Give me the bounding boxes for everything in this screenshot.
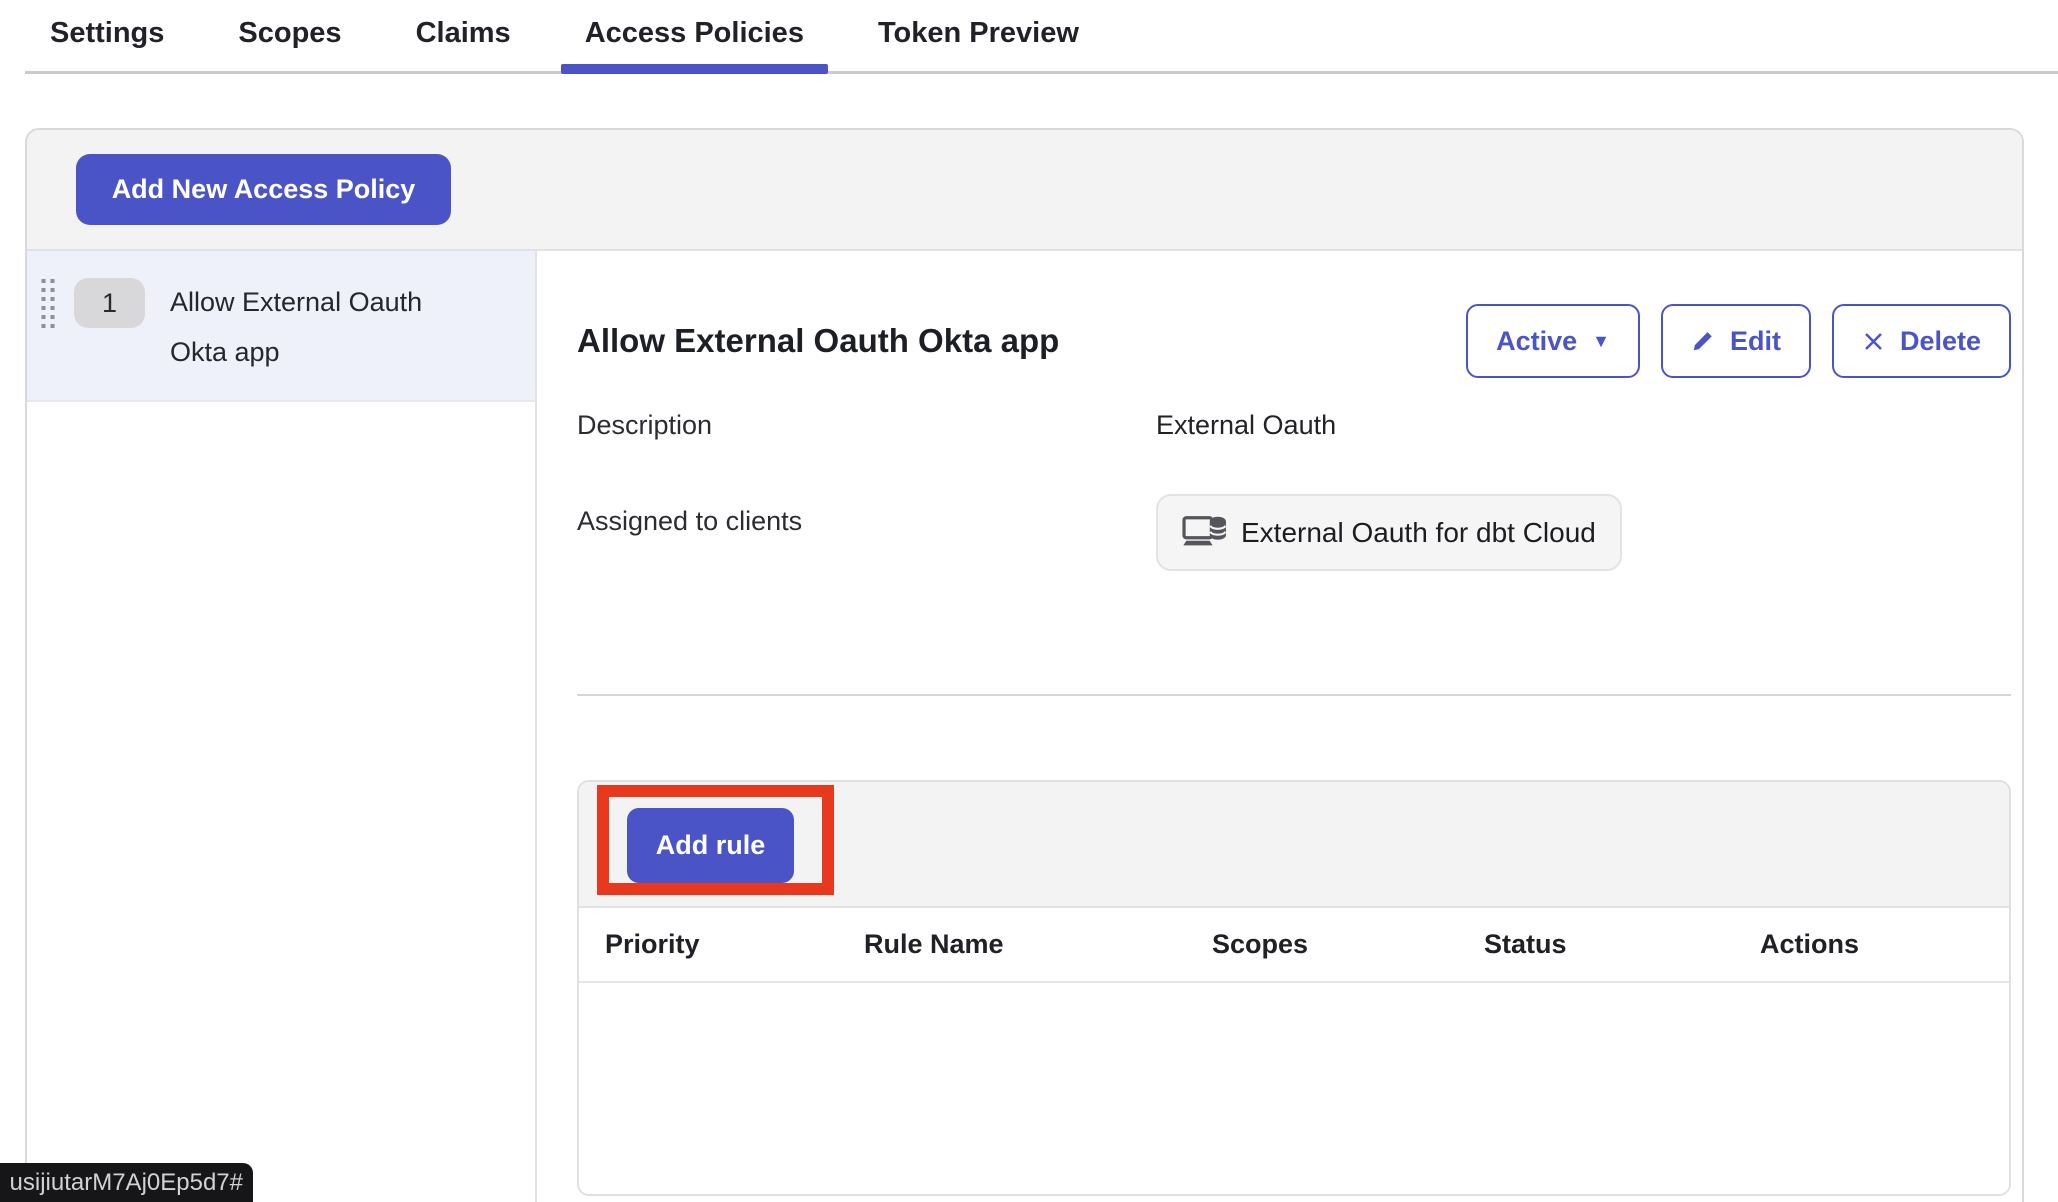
column-header-status: Status <box>1458 929 1734 960</box>
tab-label: Access Policies <box>585 17 804 49</box>
tab-bar-divider <box>25 71 2058 74</box>
rules-card: Add rule Priority Rule Name Scopes Statu… <box>577 780 2011 1196</box>
authorization-server-page: Settings Scopes Claims Access Policies T… <box>0 0 2058 1202</box>
client-chip[interactable]: External Oauth for dbt Cloud <box>1156 494 1622 571</box>
tab-settings[interactable]: Settings <box>26 0 188 67</box>
description-label: Description <box>577 410 1156 441</box>
tab-access-policies[interactable]: Access Policies <box>561 0 828 67</box>
policy-detail: Allow External Oauth Okta app Active ▼ <box>537 251 2022 1202</box>
policy-list-item[interactable]: 1 Allow External Oauth Okta app <box>27 251 535 402</box>
tab-label: Token Preview <box>878 17 1079 49</box>
tabs: Settings Scopes Claims Access Policies T… <box>26 0 1129 67</box>
rules-table-body <box>579 983 2009 1194</box>
policy-action-buttons: Active ▼ Edit <box>1466 304 2011 378</box>
assigned-clients-value: External Oauth for dbt Cloud <box>1156 494 2011 571</box>
rules-table-header: Priority Rule Name Scopes Status Actions <box>579 908 2009 983</box>
column-header-priority: Priority <box>579 929 838 960</box>
status-dropdown-button[interactable]: Active ▼ <box>1466 304 1640 378</box>
active-tab-underline <box>561 64 828 74</box>
delete-button-label: Delete <box>1900 326 1981 357</box>
close-icon <box>1862 330 1885 353</box>
link-status-text: usijiutarM7Aj0Ep5d7# <box>10 1169 243 1197</box>
client-app-icon <box>1182 513 1228 553</box>
column-header-scopes: Scopes <box>1186 929 1458 960</box>
drag-handle-icon[interactable] <box>40 279 56 328</box>
tab-label: Scopes <box>238 17 341 49</box>
panel-body: 1 Allow External Oauth Okta app Allow Ex… <box>27 251 2022 1202</box>
chevron-down-icon: ▼ <box>1592 332 1610 350</box>
add-new-access-policy-button[interactable]: Add New Access Policy <box>76 154 451 225</box>
column-header-rule-name: Rule Name <box>838 929 1186 960</box>
status-dropdown-label: Active <box>1496 326 1577 357</box>
access-policies-panel: Add New Access Policy <box>25 128 2024 1202</box>
policy-list: 1 Allow External Oauth Okta app <box>27 251 537 1202</box>
link-status-tooltip: usijiutarM7Aj0Ep5d7# <box>0 1163 253 1202</box>
tab-scopes[interactable]: Scopes <box>214 0 365 67</box>
tab-bar: Settings Scopes Claims Access Policies T… <box>0 0 2058 75</box>
assigned-clients-label: Assigned to clients <box>577 494 1156 537</box>
policy-list-item-label: Allow External Oauth Okta app <box>170 277 470 377</box>
section-divider <box>577 694 2011 696</box>
tab-label: Settings <box>50 17 164 49</box>
panel-toolbar: Add New Access Policy <box>27 130 2022 251</box>
tab-label: Claims <box>416 17 511 49</box>
annotation-highlight-box: Add rule <box>597 785 834 895</box>
delete-button[interactable]: Delete <box>1832 304 2011 378</box>
edit-button[interactable]: Edit <box>1661 304 1811 378</box>
column-header-actions: Actions <box>1734 929 2009 960</box>
rules-toolbar: Add rule <box>579 782 2009 908</box>
client-chip-label: External Oauth for dbt Cloud <box>1241 517 1596 549</box>
add-rule-button[interactable]: Add rule <box>627 808 794 883</box>
description-row: Description External Oauth <box>577 410 2011 441</box>
policy-priority-badge: 1 <box>74 278 145 328</box>
tab-claims[interactable]: Claims <box>392 0 535 67</box>
assigned-clients-row: Assigned to clients <box>577 494 2011 571</box>
tab-token-preview[interactable]: Token Preview <box>854 0 1103 67</box>
description-value: External Oauth <box>1156 410 2011 441</box>
edit-button-label: Edit <box>1730 326 1781 357</box>
policy-detail-header: Allow External Oauth Okta app Active ▼ <box>577 304 2011 378</box>
policy-title: Allow External Oauth Okta app <box>577 322 1059 360</box>
pencil-icon <box>1691 329 1715 353</box>
